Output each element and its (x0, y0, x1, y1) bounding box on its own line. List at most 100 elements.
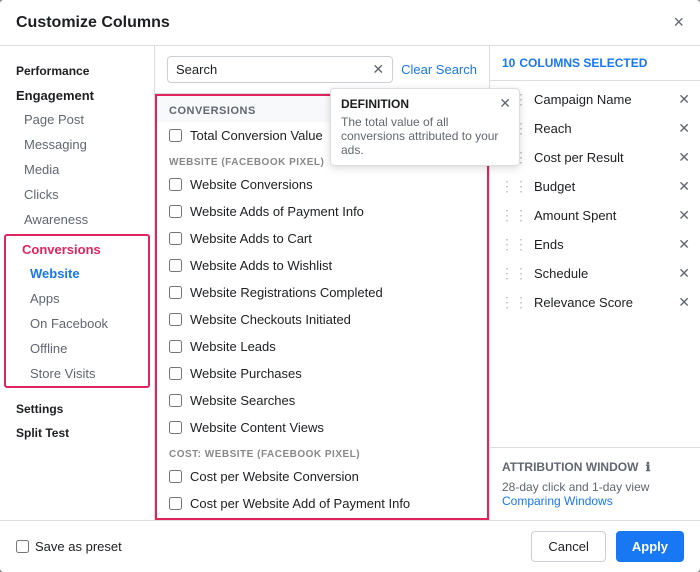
remove-relevance-score-button[interactable]: ✕ (678, 294, 690, 311)
website-adds-payment-label[interactable]: Website Adds of Payment Info (190, 204, 475, 219)
attribution-value: 28-day click and 1-day view (502, 480, 688, 494)
website-adds-payment-checkbox[interactable] (169, 205, 182, 218)
website-purchases-label[interactable]: Website Purchases (190, 366, 475, 381)
remove-cost-per-result-button[interactable]: ✕ (678, 149, 690, 166)
website-adds-cart-label[interactable]: Website Adds to Cart (190, 231, 475, 246)
sidebar-item-messaging[interactable]: Messaging (0, 132, 154, 157)
tooltip-body: The total value of all conversions attri… (341, 115, 509, 157)
cost-website-add-payment-label[interactable]: Cost per Website Add of Payment Info (190, 496, 475, 511)
drag-handle-icon[interactable]: ⋮⋮ (500, 178, 528, 195)
sidebar-item-apps[interactable]: Apps (6, 286, 148, 311)
selected-item-label: Relevance Score (534, 295, 672, 310)
website-registrations-checkbox[interactable] (169, 286, 182, 299)
selected-item-budget: ⋮⋮ Budget ✕ (490, 172, 700, 201)
cost-website-conversion-label[interactable]: Cost per Website Conversion (190, 469, 475, 484)
sidebar-item-store-visits[interactable]: Store Visits (6, 361, 148, 386)
website-adds-cart-checkbox[interactable] (169, 232, 182, 245)
modal-title: Customize Columns (16, 14, 170, 32)
website-content-views-checkbox[interactable] (169, 421, 182, 434)
column-website-adds-payment[interactable]: Website Adds of Payment Info (157, 198, 487, 225)
save-preset-checkbox[interactable] (16, 540, 29, 553)
column-website-leads[interactable]: Website Leads (157, 333, 487, 360)
remove-schedule-button[interactable]: ✕ (678, 265, 690, 282)
sidebar-section-split-test[interactable]: Split Test (0, 420, 154, 444)
remove-campaign-name-button[interactable]: ✕ (678, 91, 690, 108)
column-website-conversions[interactable]: Website Conversions (157, 171, 487, 198)
sidebar-section-engagement[interactable]: Engagement (0, 82, 154, 107)
website-registrations-label[interactable]: Website Registrations Completed (190, 285, 475, 300)
selected-item-label: Ends (534, 237, 672, 252)
column-website-searches[interactable]: Website Searches (157, 387, 487, 414)
selected-item-label: Amount Spent (534, 208, 672, 223)
clear-search-button[interactable]: Clear Search (401, 62, 477, 77)
sidebar-item-media[interactable]: Media (0, 157, 154, 182)
modal-overlay: Customize Columns × Performance Engageme… (0, 0, 700, 572)
column-website-registrations[interactable]: Website Registrations Completed (157, 279, 487, 306)
attribution-info-icon[interactable]: ℹ (646, 460, 651, 474)
selected-list: ⋮⋮ Campaign Name ✕ ⋮⋮ Reach ✕ ⋮⋮ Cost pe… (490, 81, 700, 447)
attribution-title: ATTRIBUTION WINDOW ℹ (502, 460, 688, 474)
sidebar-section-conversions[interactable]: Conversions (6, 236, 148, 261)
selected-item-relevance-score: ⋮⋮ Relevance Score ✕ (490, 288, 700, 317)
sidebar-item-awareness[interactable]: Awareness (0, 207, 154, 232)
column-website-adds-cart[interactable]: Website Adds to Cart (157, 225, 487, 252)
search-input[interactable] (176, 62, 372, 77)
selected-item-label: Reach (534, 121, 672, 136)
website-searches-checkbox[interactable] (169, 394, 182, 407)
sidebar-section-performance[interactable]: Performance (0, 58, 154, 82)
sidebar-item-offline[interactable]: Offline (6, 336, 148, 361)
remove-amount-spent-button[interactable]: ✕ (678, 207, 690, 224)
attribution-section: ATTRIBUTION WINDOW ℹ 28-day click and 1-… (490, 447, 700, 520)
selected-item-label: Campaign Name (534, 92, 672, 107)
website-conversions-checkbox[interactable] (169, 178, 182, 191)
website-content-views-label[interactable]: Website Content Views (190, 420, 475, 435)
website-purchases-checkbox[interactable] (169, 367, 182, 380)
tooltip-box: ✕ DEFINITION The total value of all conv… (330, 88, 520, 166)
website-leads-label[interactable]: Website Leads (190, 339, 475, 354)
right-panel: 10 COLUMNS SELECTED ⋮⋮ Campaign Name ✕ ⋮… (490, 46, 700, 520)
sidebar-item-page-post[interactable]: Page Post (0, 107, 154, 132)
column-cost-website-add-payment[interactable]: Cost per Website Add of Payment Info (157, 490, 487, 517)
website-checkouts-label[interactable]: Website Checkouts Initiated (190, 312, 475, 327)
remove-ends-button[interactable]: ✕ (678, 236, 690, 253)
cost-website-conversion-checkbox[interactable] (169, 470, 182, 483)
remove-budget-button[interactable]: ✕ (678, 178, 690, 195)
save-preset-label[interactable]: Save as preset (35, 539, 122, 554)
sidebar-item-website[interactable]: Website (6, 261, 148, 286)
tooltip-close-icon[interactable]: ✕ (499, 95, 511, 112)
website-adds-wishlist-checkbox[interactable] (169, 259, 182, 272)
selected-count: 10 (502, 56, 515, 70)
website-searches-label[interactable]: Website Searches (190, 393, 475, 408)
column-website-adds-wishlist[interactable]: Website Adds to Wishlist (157, 252, 487, 279)
cancel-button[interactable]: Cancel (531, 531, 605, 562)
drag-handle-icon[interactable]: ⋮⋮ (500, 294, 528, 311)
sidebar-group-conversions: Conversions Website Apps On Facebook Off… (4, 234, 150, 388)
selected-header-label: COLUMNS SELECTED (519, 56, 647, 70)
website-leads-checkbox[interactable] (169, 340, 182, 353)
apply-button[interactable]: Apply (616, 531, 684, 562)
column-website-purchases[interactable]: Website Purchases (157, 360, 487, 387)
website-checkouts-checkbox[interactable] (169, 313, 182, 326)
drag-handle-icon[interactable]: ⋮⋮ (500, 236, 528, 253)
sidebar-item-clicks[interactable]: Clicks (0, 182, 154, 207)
sidebar-item-on-facebook[interactable]: On Facebook (6, 311, 148, 336)
selected-item-label: Cost per Result (534, 150, 672, 165)
search-clear-icon[interactable]: ✕ (372, 61, 384, 78)
website-conversions-label[interactable]: Website Conversions (190, 177, 475, 192)
column-website-content-views[interactable]: Website Content Views (157, 414, 487, 441)
website-adds-wishlist-label[interactable]: Website Adds to Wishlist (190, 258, 475, 273)
column-website-checkouts[interactable]: Website Checkouts Initiated (157, 306, 487, 333)
column-cost-website-conversion[interactable]: Cost per Website Conversion (157, 463, 487, 490)
remove-reach-button[interactable]: ✕ (678, 120, 690, 137)
selected-item-label: Budget (534, 179, 672, 194)
cost-website-add-payment-checkbox[interactable] (169, 497, 182, 510)
selected-item-label: Schedule (534, 266, 672, 281)
comparing-windows-link[interactable]: Comparing Windows (502, 494, 688, 508)
sidebar-section-settings[interactable]: Settings (0, 396, 154, 420)
total-conversion-value-checkbox[interactable] (169, 129, 182, 142)
close-icon[interactable]: × (673, 12, 684, 33)
drag-handle-icon[interactable]: ⋮⋮ (500, 207, 528, 224)
cost-website-pixel-label: COST: WEBSITE (FACEBOOK PIXEL) (157, 441, 487, 463)
drag-handle-icon[interactable]: ⋮⋮ (500, 265, 528, 282)
sidebar: Performance Engagement Page Post Messagi… (0, 46, 155, 520)
